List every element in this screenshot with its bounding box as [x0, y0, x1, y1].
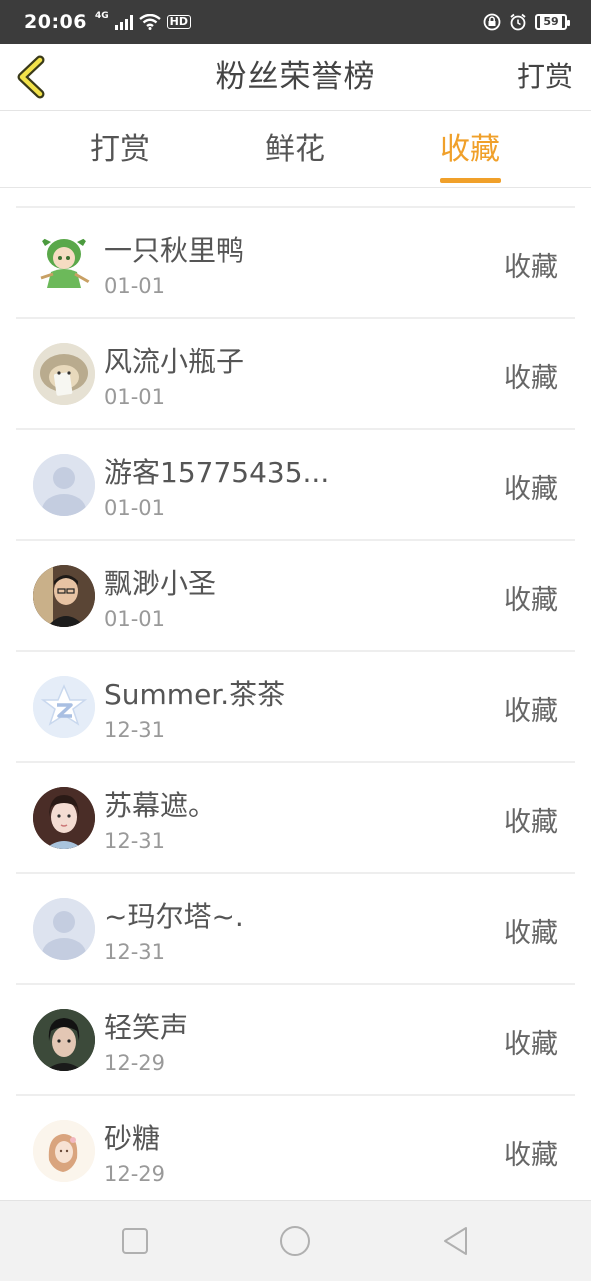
item-date: 12-31 — [104, 829, 166, 853]
status-time: 20:06 — [24, 11, 87, 33]
tab-flowers[interactable]: 鲜花 — [235, 111, 355, 187]
system-nav-bar — [0, 1200, 591, 1281]
action-label: 收藏 — [504, 918, 558, 949]
avatar — [33, 565, 95, 627]
avatar — [33, 676, 95, 738]
action-label: 收藏 — [504, 696, 558, 727]
recent-apps-icon[interactable] — [117, 1223, 153, 1259]
action-label: 收藏 — [504, 1029, 558, 1060]
network-type: 4G — [94, 11, 109, 21]
user-name: 风流小瓶子 — [104, 345, 245, 378]
action-label: 收藏 — [504, 585, 558, 616]
tab-reward[interactable]: 打赏 — [60, 111, 180, 187]
list-item[interactable]: ~玛尔塔~. 12-31 收藏 — [16, 874, 575, 985]
action-label: 收藏 — [504, 474, 558, 505]
action-label: 收藏 — [504, 363, 558, 394]
user-name: 游客15775435... — [104, 456, 330, 489]
status-bar: 20:06 4G HD 59 — [0, 0, 591, 44]
avatar — [33, 1120, 95, 1182]
item-date: 01-01 — [104, 496, 166, 520]
user-name: 苏幕遮。 — [104, 789, 217, 822]
page-title: 粉丝荣誉榜 — [215, 59, 376, 95]
tab-favorites[interactable]: 收藏 — [410, 111, 530, 187]
alarm-icon — [510, 13, 526, 31]
avatar — [33, 454, 95, 516]
action-label: 收藏 — [504, 807, 558, 838]
tab-bar: 打赏 鲜花 收藏 — [0, 111, 591, 188]
battery-icon: 59 — [535, 14, 570, 30]
hd-icon: HD — [166, 15, 191, 29]
action-label: 收藏 — [504, 252, 558, 283]
active-tab-indicator — [440, 178, 501, 183]
list-item[interactable]: 苏幕遮。 12-31 收藏 — [16, 763, 575, 874]
item-date: 01-01 — [104, 607, 166, 631]
header-bar: 粉丝荣誉榜 打赏 — [0, 44, 591, 111]
wifi-icon — [138, 14, 161, 30]
list-item[interactable]: 砂糖 12-29 收藏 — [16, 1096, 575, 1207]
action-label: 收藏 — [504, 1140, 558, 1171]
signal-icon — [114, 14, 133, 30]
back-triangle-icon[interactable] — [438, 1223, 474, 1259]
item-date: 12-31 — [104, 940, 166, 964]
avatar — [33, 787, 95, 849]
list-item[interactable]: 风流小瓶子 01-01 收藏 — [16, 319, 575, 430]
avatar — [33, 232, 95, 294]
user-name: Summer.茶茶 — [104, 678, 286, 711]
user-name: 砂糖 — [104, 1122, 161, 1155]
avatar — [33, 898, 95, 960]
user-name: 一只秋里鸭 — [104, 234, 245, 267]
avatar — [33, 343, 95, 405]
reward-button[interactable]: 打赏 — [517, 44, 573, 110]
home-icon[interactable] — [277, 1223, 313, 1259]
item-date: 01-01 — [104, 385, 166, 409]
list-item[interactable]: 游客15775435... 01-01 收藏 — [16, 430, 575, 541]
list-item[interactable]: 飘渺小圣 01-01 收藏 — [16, 541, 575, 652]
list-item[interactable]: 轻笑声 12-29 收藏 — [16, 985, 575, 1096]
list-item[interactable]: Summer.茶茶 12-31 收藏 — [16, 652, 575, 763]
lock-rotation-icon — [483, 13, 501, 31]
user-name: 飘渺小圣 — [104, 567, 217, 600]
fan-list: 一只秋里鸭 01-01 收藏 风流小瓶子 01-01 收藏 游客15775435… — [16, 206, 575, 1207]
item-date: 12-29 — [104, 1051, 166, 1075]
item-date: 01-01 — [104, 274, 166, 298]
user-name: ~玛尔塔~. — [104, 900, 244, 933]
battery-level: 59 — [540, 16, 562, 28]
item-date: 12-29 — [104, 1162, 166, 1186]
user-name: 轻笑声 — [104, 1011, 189, 1044]
item-date: 12-31 — [104, 718, 166, 742]
avatar — [33, 1009, 95, 1071]
list-item[interactable]: 一只秋里鸭 01-01 收藏 — [16, 208, 575, 319]
